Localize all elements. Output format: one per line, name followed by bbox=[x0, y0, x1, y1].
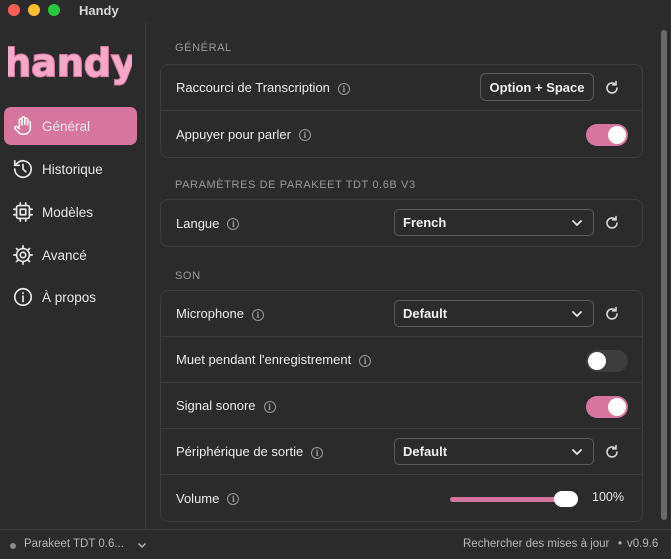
reset-icon[interactable] bbox=[604, 80, 620, 96]
sidebar-item-about[interactable]: À propos bbox=[4, 278, 137, 316]
info-icon[interactable]: i bbox=[263, 400, 276, 413]
language-row: Langue i French bbox=[161, 200, 642, 246]
chevron-down-icon bbox=[572, 311, 582, 317]
status-bar: Parakeet TDT 0.6... Rechercher des mises… bbox=[0, 529, 671, 559]
push-to-talk-label: Appuyer pour parler bbox=[176, 126, 291, 142]
volume-slider-track[interactable] bbox=[450, 497, 568, 502]
output-device-row: Périphérique de sortie i Default bbox=[161, 429, 642, 475]
window-title: Handy bbox=[79, 3, 119, 18]
title-bar: Handy bbox=[0, 0, 671, 22]
footer-separator: • bbox=[618, 538, 623, 550]
section-label-general: GÉNÉRAL bbox=[175, 42, 232, 54]
signal-toggle[interactable] bbox=[586, 396, 628, 418]
chevron-down-icon bbox=[572, 449, 582, 455]
signal-label: Signal sonore bbox=[176, 398, 256, 413]
mute-label: Muet pendant l'enregistrement bbox=[176, 352, 352, 367]
app-logo-text: handy bbox=[8, 41, 132, 85]
mute-row: Muet pendant l'enregistrement i bbox=[161, 337, 642, 383]
toggle-knob bbox=[588, 352, 606, 370]
sidebar-item-label: À propos bbox=[42, 289, 97, 305]
volume-value: 100% bbox=[592, 490, 624, 504]
shortcut-row: Raccourci de Transcription i Option + Sp… bbox=[161, 65, 642, 111]
info-icon[interactable]: i bbox=[337, 82, 350, 95]
history-icon bbox=[13, 159, 33, 179]
app-logo: handy bbox=[8, 40, 132, 86]
sound-card: Microphone i Default Muet pendant l'enre… bbox=[160, 290, 643, 522]
mute-toggle[interactable] bbox=[586, 350, 628, 372]
cpu-icon bbox=[13, 202, 33, 222]
minimize-window-button[interactable] bbox=[28, 4, 40, 16]
hand-icon bbox=[13, 116, 32, 136]
push-to-talk-toggle[interactable] bbox=[586, 124, 628, 146]
info-icon[interactable]: i bbox=[359, 354, 372, 367]
signal-row: Signal sonore i bbox=[161, 383, 642, 429]
chevron-down-icon[interactable] bbox=[137, 542, 147, 550]
model-status-dot bbox=[10, 543, 16, 549]
app-version: v0.9.6 bbox=[627, 538, 659, 550]
chevron-down-icon bbox=[572, 220, 582, 226]
reset-icon[interactable] bbox=[604, 215, 620, 231]
sidebar-item-label: Modèles bbox=[42, 204, 94, 220]
model-card: Langue i French bbox=[160, 199, 643, 247]
microphone-select[interactable]: Default bbox=[394, 300, 594, 327]
general-card: Raccourci de Transcription i Option + Sp… bbox=[160, 64, 643, 158]
shortcut-button[interactable]: Option + Space bbox=[480, 73, 594, 101]
output-device-select-value: Default bbox=[403, 444, 448, 459]
shortcut-label: Raccourci de Transcription bbox=[176, 80, 330, 95]
language-select[interactable]: French bbox=[394, 209, 594, 236]
sidebar: handy Général Historique Modèles Avancé bbox=[0, 22, 146, 529]
sidebar-item-label: Général bbox=[42, 118, 91, 134]
volume-row: Volume i 100% bbox=[161, 475, 642, 521]
info-icon[interactable]: i bbox=[227, 493, 240, 505]
output-device-label: Périphérique de sortie bbox=[176, 444, 304, 459]
maximize-window-button[interactable] bbox=[48, 4, 60, 16]
microphone-label: Microphone bbox=[176, 306, 244, 321]
info-icon[interactable]: i bbox=[227, 218, 240, 230]
language-select-value: French bbox=[403, 215, 447, 230]
output-device-select[interactable]: Default bbox=[394, 438, 594, 465]
sidebar-item-label: Avancé bbox=[42, 247, 87, 263]
sidebar-item-models[interactable]: Modèles bbox=[4, 193, 137, 231]
microphone-select-value: Default bbox=[403, 306, 448, 321]
reset-icon[interactable] bbox=[604, 444, 620, 460]
volume-label: Volume bbox=[176, 490, 220, 506]
settings-panel: GÉNÉRAL Raccourci de Transcription i Opt… bbox=[147, 22, 657, 529]
microphone-row: Microphone i Default bbox=[161, 291, 642, 337]
push-to-talk-row: Appuyer pour parler i bbox=[161, 111, 642, 157]
section-label-model: PARAMÈTRES DE PARAKEET TDT 0.6B V3 bbox=[175, 179, 416, 191]
check-updates-link[interactable]: Rechercher des mises à jour bbox=[463, 538, 609, 550]
toggle-knob bbox=[608, 126, 626, 144]
volume-slider-handle[interactable] bbox=[554, 491, 578, 507]
section-label-sound: SON bbox=[175, 270, 201, 282]
close-window-button[interactable] bbox=[8, 4, 20, 16]
sidebar-item-label: Historique bbox=[42, 161, 103, 177]
scrollbar[interactable] bbox=[661, 30, 667, 520]
sidebar-item-history[interactable]: Historique bbox=[4, 150, 137, 188]
gear-icon bbox=[13, 245, 33, 265]
model-selector[interactable]: Parakeet TDT 0.6... bbox=[24, 538, 124, 550]
info-icon bbox=[13, 287, 33, 307]
info-icon[interactable]: i bbox=[311, 446, 324, 459]
info-icon[interactable]: i bbox=[298, 129, 311, 141]
info-icon[interactable]: i bbox=[251, 308, 264, 321]
reset-icon[interactable] bbox=[604, 306, 620, 322]
sidebar-item-advanced[interactable]: Avancé bbox=[4, 236, 137, 274]
toggle-knob bbox=[608, 398, 626, 416]
window-controls bbox=[8, 4, 60, 16]
language-label: Langue bbox=[176, 215, 220, 231]
sidebar-item-general[interactable]: Général bbox=[4, 107, 137, 145]
